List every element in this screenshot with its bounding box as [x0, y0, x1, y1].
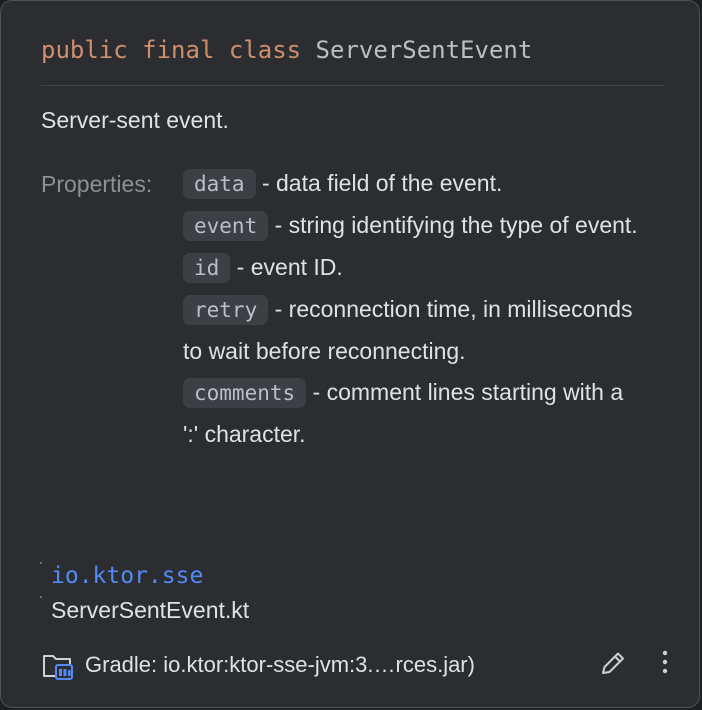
property-description: - event ID.: [230, 254, 343, 280]
property-item: id - event ID.: [183, 247, 643, 289]
property-item: comments - comment lines starting with a…: [183, 372, 643, 455]
property-description: - data field of the event.: [255, 170, 503, 196]
file-bullet: [40, 596, 42, 598]
property-name: retry: [183, 295, 269, 325]
property-description: - string identifying the type of event.: [268, 212, 638, 238]
declaration-signature: public final class ServerSentEvent: [41, 34, 532, 66]
property-item: event - string identifying the type of e…: [183, 205, 643, 247]
signature-class-name: ServerSentEvent: [315, 36, 533, 64]
property-name: event: [183, 211, 269, 241]
property-name: data: [183, 169, 256, 199]
folder-library-icon: [41, 651, 75, 681]
package-bullet: [40, 562, 42, 564]
class-description: Server-sent event.: [41, 107, 229, 133]
header-divider: [41, 85, 665, 86]
library-label: Gradle: io.ktor:ktor-sse-jvm:3.…rces.jar…: [85, 652, 475, 677]
documentation-popup: public final class ServerSentEvent Serve…: [0, 0, 700, 708]
properties-label: Properties:: [41, 171, 153, 197]
library-footer: Gradle: io.ktor:ktor-sse-jvm:3.…rces.jar…: [1, 641, 699, 687]
package-link[interactable]: io.ktor.sse: [51, 561, 203, 591]
pencil-icon[interactable]: [597, 649, 629, 679]
properties-list: data - data field of the event. event - …: [183, 163, 643, 455]
property-item: data - data field of the event.: [183, 163, 643, 205]
property-name: id: [183, 253, 231, 283]
property-name: comments: [183, 378, 307, 408]
property-item: retry - reconnection time, in millisecon…: [183, 289, 643, 372]
source-file-name: ServerSentEvent.kt: [51, 597, 250, 623]
signature-modifiers: public final class: [41, 36, 302, 64]
vertical-ellipsis-icon[interactable]: [651, 647, 679, 679]
